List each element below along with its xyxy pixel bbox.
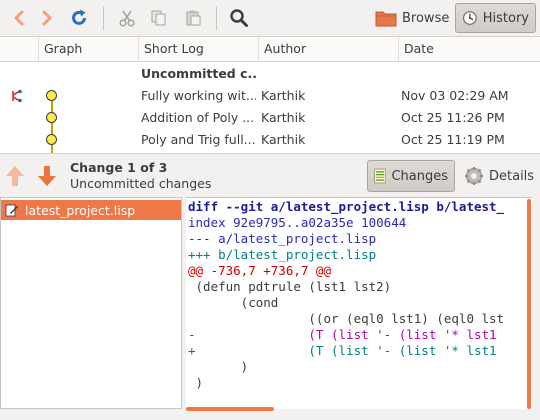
cut-icon[interactable] xyxy=(114,5,140,31)
edit-file-icon xyxy=(5,204,18,217)
change-navigation: Change 1 of 3 Uncommitted changes Change… xyxy=(0,153,540,197)
log-date xyxy=(401,63,536,85)
browse-button[interactable]: Browse xyxy=(369,3,455,33)
log-row[interactable]: Fully working wit... Karthik Nov 03 02:2… xyxy=(0,85,540,107)
log-date: Nov 03 02:29 AM xyxy=(401,88,509,103)
diff-hunk-header: @@ -736,7 +736,7 @@ xyxy=(188,263,331,278)
file-item[interactable]: latest_project.lisp xyxy=(1,200,181,220)
diff-header-line: diff --git a/latest_project.lisp b/lates… xyxy=(188,199,505,214)
diff-vertical-scrollbar[interactable] xyxy=(532,197,540,409)
diff-scroll-thumb[interactable] xyxy=(527,199,531,409)
commit-log: Graph Short Log Author Date Uncommitted … xyxy=(0,37,540,153)
column-author[interactable]: Author xyxy=(258,37,398,62)
forward-icon[interactable] xyxy=(34,5,60,31)
gear-icon xyxy=(465,167,483,185)
log-short-log: Uncommitted c... xyxy=(141,66,256,81)
next-change-arrow-icon[interactable] xyxy=(36,164,58,188)
log-row[interactable]: Poly and Trig full... Karthik Oct 25 11:… xyxy=(0,129,540,151)
diff-view[interactable]: diff --git a/latest_project.lisp b/lates… xyxy=(186,197,532,409)
log-short-log: Fully working wit... xyxy=(141,88,256,103)
column-graph[interactable]: Graph xyxy=(38,37,138,62)
diff-index-line: index 92e9795..a02a35e 100644 xyxy=(188,215,407,230)
diff-added-line: + (T (list '- (list '* lst1 xyxy=(188,343,497,358)
diff-context-line: (cond xyxy=(188,295,279,310)
diff-new-file-line: +++ b/latest_project.lisp xyxy=(188,247,377,262)
change-description: Uncommitted changes xyxy=(70,176,212,191)
clock-icon xyxy=(462,11,477,25)
search-icon[interactable] xyxy=(226,5,252,31)
log-author: Karthik xyxy=(261,88,306,103)
log-header: Graph Short Log Author Date xyxy=(0,37,540,62)
log-date: Oct 25 11:26 PM xyxy=(401,110,505,125)
merge-icon xyxy=(10,89,24,107)
change-counter: Change 1 of 3 xyxy=(70,160,168,175)
details-label: Details xyxy=(489,168,535,184)
log-author: Karthik xyxy=(261,132,306,147)
document-icon xyxy=(374,168,387,184)
column-short-log[interactable]: Short Log xyxy=(138,37,258,62)
folder-icon xyxy=(375,11,397,27)
toolbar: Browse History xyxy=(0,0,540,37)
log-row[interactable]: Addition of Poly ... Karthik Oct 25 11:2… xyxy=(0,107,540,129)
diff-old-file-line: --- a/latest_project.lisp xyxy=(188,231,377,246)
log-row[interactable]: Uncommitted c... xyxy=(0,63,540,85)
diff-context-line: ((or (eql0 lst1) (eql0 lst xyxy=(188,311,505,326)
log-author xyxy=(261,63,396,85)
log-author: Karthik xyxy=(261,110,306,125)
diff-context-line: ) xyxy=(188,359,249,374)
diff-removed-line: - (T (list '- (list '* lst1 xyxy=(188,327,497,342)
diff-context-line: (defun pdtrule (lst1 lst2) xyxy=(188,279,392,294)
commit-node xyxy=(46,134,57,145)
log-date: Oct 25 11:19 PM xyxy=(401,132,505,147)
browse-label: Browse xyxy=(402,10,450,26)
back-icon[interactable] xyxy=(6,5,32,31)
log-short-log: Poly and Trig full... xyxy=(141,132,256,147)
diff-horizontal-scroll-thumb[interactable] xyxy=(186,407,274,411)
paste-icon[interactable] xyxy=(180,5,206,31)
details-view-button[interactable]: Details xyxy=(458,160,540,192)
commit-node xyxy=(46,112,57,123)
diff-context-line: ) xyxy=(188,375,204,390)
column-date[interactable]: Date xyxy=(398,37,540,62)
log-short-log: Addition of Poly ... xyxy=(141,110,255,125)
file-name: latest_project.lisp xyxy=(25,202,136,218)
previous-change-arrow-icon[interactable] xyxy=(4,164,26,188)
copy-icon[interactable] xyxy=(146,5,172,31)
changes-view-button[interactable]: Changes xyxy=(367,160,455,192)
commit-node xyxy=(46,90,57,101)
changed-files-list: latest_project.lisp xyxy=(0,197,182,409)
refresh-icon[interactable] xyxy=(66,5,92,31)
history-label: History xyxy=(482,10,529,26)
changes-label: Changes xyxy=(391,168,448,184)
history-button[interactable]: History xyxy=(455,3,536,33)
